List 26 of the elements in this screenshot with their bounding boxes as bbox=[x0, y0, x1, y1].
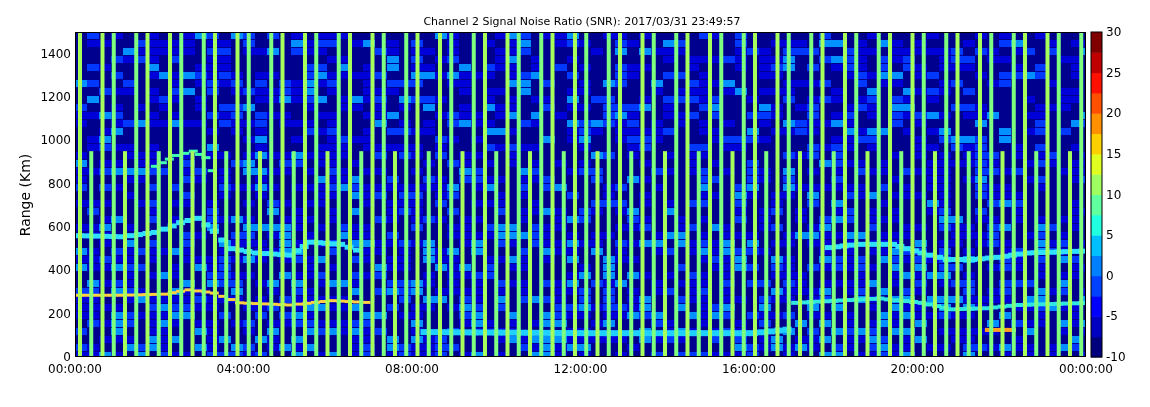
tick-label: -5 bbox=[1106, 309, 1118, 324]
tick-label: 15 bbox=[1106, 146, 1122, 161]
tick-label: 400 bbox=[48, 263, 71, 278]
tick-label: 0 bbox=[63, 350, 71, 364]
axis-label: Range (Km) bbox=[17, 153, 33, 237]
tick-label: 600 bbox=[48, 220, 71, 234]
tick-label: 1000 bbox=[40, 133, 71, 148]
tick-label: 00:00:00 bbox=[1059, 362, 1113, 376]
tick-label: 800 bbox=[48, 176, 71, 191]
tick-label: 0 bbox=[1106, 268, 1114, 283]
tick-label: 200 bbox=[48, 306, 71, 321]
tick-label: 00:00:00 bbox=[48, 362, 102, 376]
tick-label: 12:00:00 bbox=[553, 362, 608, 376]
tick-label: 16:00:00 bbox=[722, 362, 776, 376]
tick-label: 10 bbox=[1106, 187, 1122, 202]
tick-label: 5 bbox=[1106, 228, 1114, 243]
tick-label: 1400 bbox=[40, 46, 71, 61]
tick-label: 1200 bbox=[40, 90, 71, 104]
tick-label: 30 bbox=[1106, 25, 1122, 39]
tick-label: 25 bbox=[1106, 65, 1122, 80]
tick-label: 20 bbox=[1106, 106, 1122, 121]
tick-label: -10 bbox=[1106, 350, 1126, 364]
chart-title: Channel 2 Signal Noise Ratio (SNR): 2017/03/31 23:49:57 bbox=[423, 15, 741, 28]
tick-label: 08:00:00 bbox=[385, 362, 439, 376]
tick-label: 20:00:00 bbox=[890, 362, 945, 376]
tick-label: 04:00:00 bbox=[216, 362, 271, 376]
